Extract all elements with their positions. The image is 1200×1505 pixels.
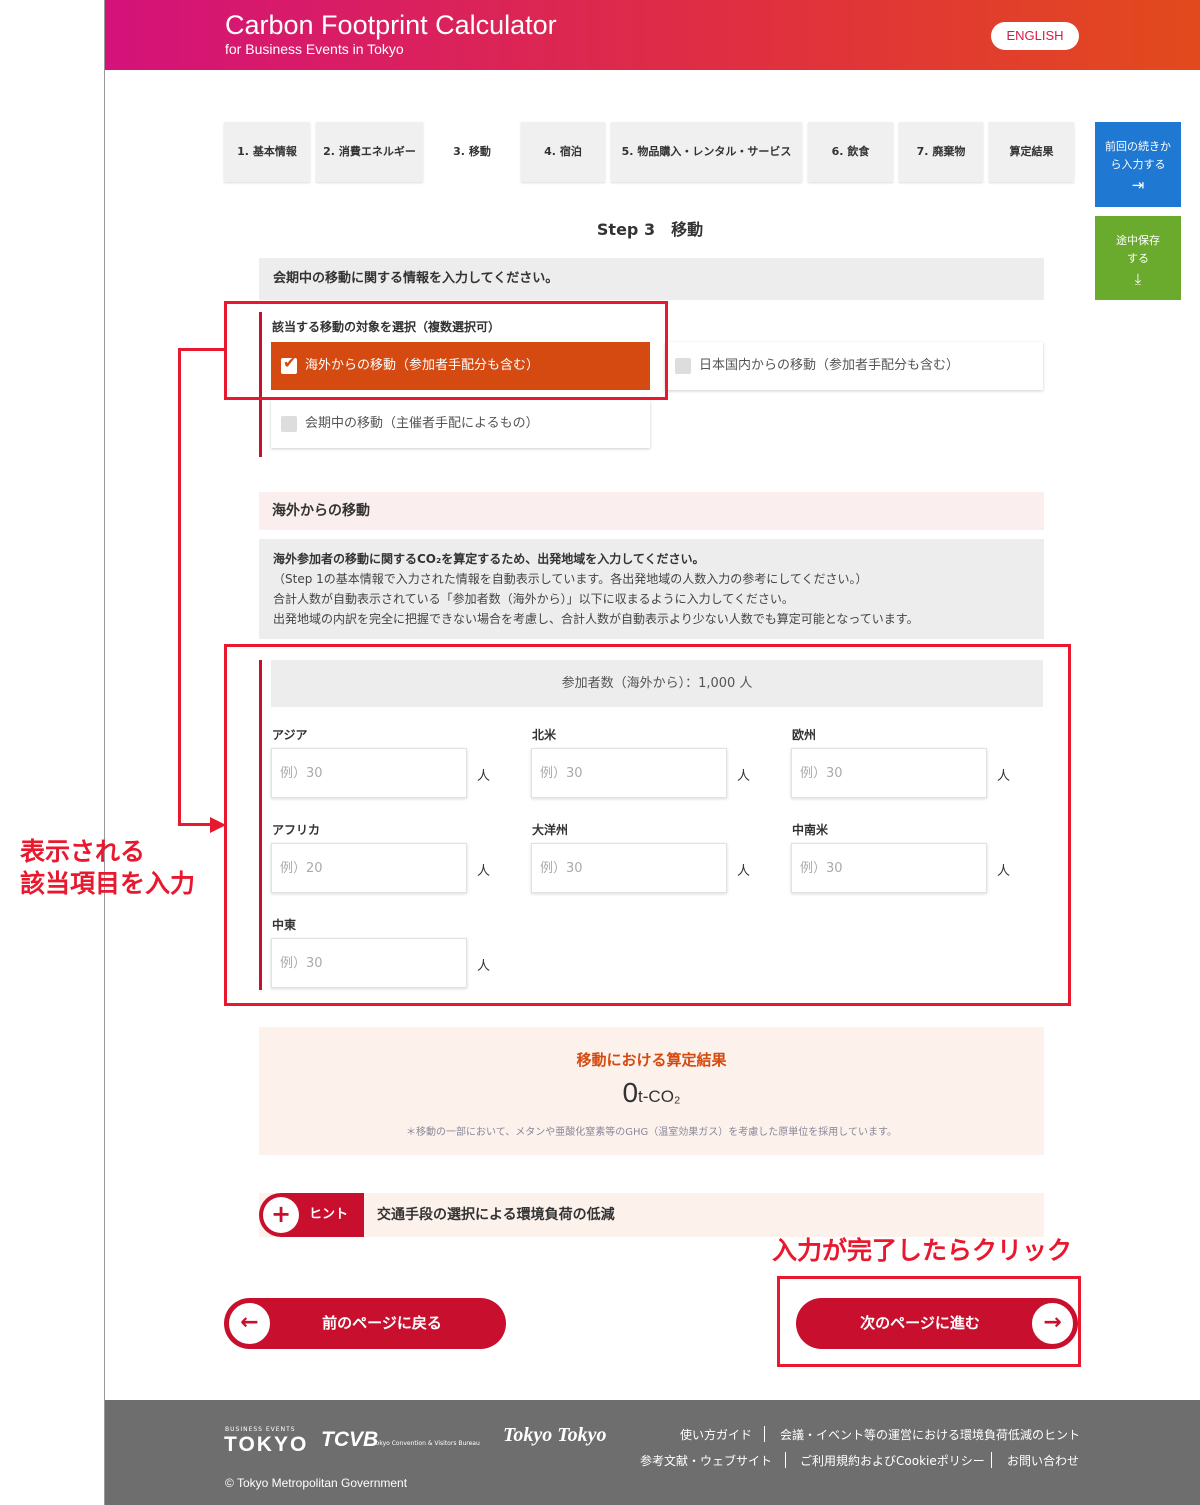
footer: BUSINESS EVENTS TOKYO TCVB Tokyo Convent… xyxy=(105,1400,1200,1505)
checkbox[interactable] xyxy=(675,358,691,374)
option-domestic[interactable]: 日本国内からの移動（参加者手配分も含む） xyxy=(665,342,1043,390)
footer-separator xyxy=(764,1426,765,1442)
footer-separator xyxy=(785,1452,786,1468)
annotation-connector xyxy=(178,348,226,351)
save-label: 途中保存する xyxy=(1116,234,1160,265)
result-value-line: 0t-CO₂ xyxy=(259,1077,1044,1109)
step-title: Step 3 移動 xyxy=(596,220,704,239)
step-intro: 会期中の移動に関する情報を入力してください。 xyxy=(259,258,1044,300)
hint-tag[interactable]: + ヒント xyxy=(259,1193,364,1237)
footer-link-terms[interactable]: ご利用規約およびCookieポリシー xyxy=(800,1452,985,1469)
result-panel: 移動における算定結果 0t-CO₂ ＊移動の一部において、メタンや亜酸化窒素等の… xyxy=(259,1027,1044,1155)
app-subtitle: for Business Events in Tokyo xyxy=(225,41,404,57)
section-title: 海外からの移動 xyxy=(259,492,1044,530)
english-button[interactable]: ENGLISH xyxy=(991,22,1079,50)
annotation-regions-line1: 表示される xyxy=(20,837,146,866)
logo-tcvb-sub: Tokyo Convention & Visitors Bureau xyxy=(373,1440,480,1447)
instruction-line: （Step 1の基本情報で入力された情報を自動表示しています。各出発地域の人数入… xyxy=(273,572,868,586)
tab-basic-info[interactable]: 1. 基本情報 xyxy=(224,122,310,182)
annotation-box-regions xyxy=(224,644,1071,1006)
tab-results[interactable]: 算定結果 xyxy=(989,122,1074,182)
app-header: Carbon Footprint Calculator for Business… xyxy=(105,0,1200,70)
hint-text: 交通手段の選択による環境負荷の低減 xyxy=(377,1207,615,1223)
footer-link-references[interactable]: 参考文献・ウェブサイト xyxy=(640,1452,772,1469)
annotation-regions-line2: 該当項目を入力 xyxy=(20,869,196,898)
annotation-box-next xyxy=(777,1276,1081,1367)
logo-tokyo-tokyo[interactable]: Tokyo Tokyo xyxy=(503,1424,607,1447)
app-title: Carbon Footprint Calculator xyxy=(225,10,557,40)
instruction-line: 出発地域の内訳を完全に把握できない場合を考慮し、合計人数が自動表示より少ない人数… xyxy=(273,612,919,626)
annotation-arrow-icon xyxy=(210,817,226,833)
annotation-box-selection xyxy=(224,301,668,400)
option-label: 会期中の移動（主催者手配によるもの） xyxy=(305,416,539,431)
prev-page-button[interactable]: ← 前のページに戻る xyxy=(224,1298,506,1349)
tab-lodging[interactable]: 4. 宿泊 xyxy=(521,122,605,182)
download-icon: ⤓ xyxy=(1134,270,1142,288)
hint-bar[interactable]: + ヒント 交通手段の選択による環境負荷の低減 xyxy=(259,1193,1044,1237)
result-unit: t-CO₂ xyxy=(638,1087,681,1106)
tab-transport[interactable]: 3. 移動 xyxy=(429,122,515,182)
annotation-connector xyxy=(178,823,212,826)
footer-link-contact[interactable]: お問い合わせ xyxy=(1007,1452,1079,1469)
option-during-event[interactable]: 会期中の移動（主催者手配によるもの） xyxy=(271,400,650,448)
resume-button[interactable]: 前回の続きから入力する ⇥ xyxy=(1095,122,1181,207)
result-value: 0 xyxy=(622,1077,639,1108)
hint-tag-label: ヒント xyxy=(309,1207,349,1222)
result-note: ＊移動の一部において、メタンや亜酸化窒素等のGHG（温室効果ガス）を考慮した原単… xyxy=(406,1127,897,1138)
result-title: 移動における算定結果 xyxy=(576,1051,727,1069)
tab-purchases[interactable]: 5. 物品購入・レンタル・サービス xyxy=(611,122,802,182)
tab-energy[interactable]: 2. 消費エネルギー xyxy=(316,122,423,182)
footer-separator xyxy=(991,1452,992,1468)
prev-label: 前のページに戻る xyxy=(322,1314,442,1332)
annotation-next-note: 入力が完了したらクリック xyxy=(772,1236,1073,1265)
footer-link-guide[interactable]: 使い方ガイド xyxy=(680,1426,752,1443)
instruction-box: 海外参加者の移動に関するCO₂を算定するため、出発地域を入力してください。 （S… xyxy=(259,539,1044,639)
annotation-connector xyxy=(178,348,181,826)
checkbox[interactable] xyxy=(281,416,297,432)
logo-business-events: BUSINESS EVENTS xyxy=(225,1426,296,1433)
instruction-lead: 海外参加者の移動に関するCO₂を算定するため、出発地域を入力してください。 xyxy=(273,552,705,566)
resume-label: 前回の続きから入力する xyxy=(1105,140,1171,171)
login-icon: ⇥ xyxy=(1131,176,1145,194)
footer-link-hints[interactable]: 会議・イベント等の運営における環境負荷低減のヒント xyxy=(780,1426,1080,1443)
arrow-left-icon: ← xyxy=(227,1301,272,1346)
plus-icon: + xyxy=(263,1197,299,1233)
instruction-line: 合計人数が自動表示されている「参加者数（海外から）」以下に収まるように入力してく… xyxy=(273,592,794,606)
save-draft-button[interactable]: 途中保存する ⤓ xyxy=(1095,216,1181,300)
tab-waste[interactable]: 7. 廃棄物 xyxy=(899,122,983,182)
option-label: 日本国内からの移動（参加者手配分も含む） xyxy=(699,358,960,373)
logo-tcvb[interactable]: TCVB xyxy=(321,1428,378,1452)
logo-tokyo[interactable]: TOKYO xyxy=(224,1433,308,1457)
tab-food[interactable]: 6. 飲食 xyxy=(808,122,893,182)
copyright: © Tokyo Metropolitan Government xyxy=(225,1476,408,1490)
